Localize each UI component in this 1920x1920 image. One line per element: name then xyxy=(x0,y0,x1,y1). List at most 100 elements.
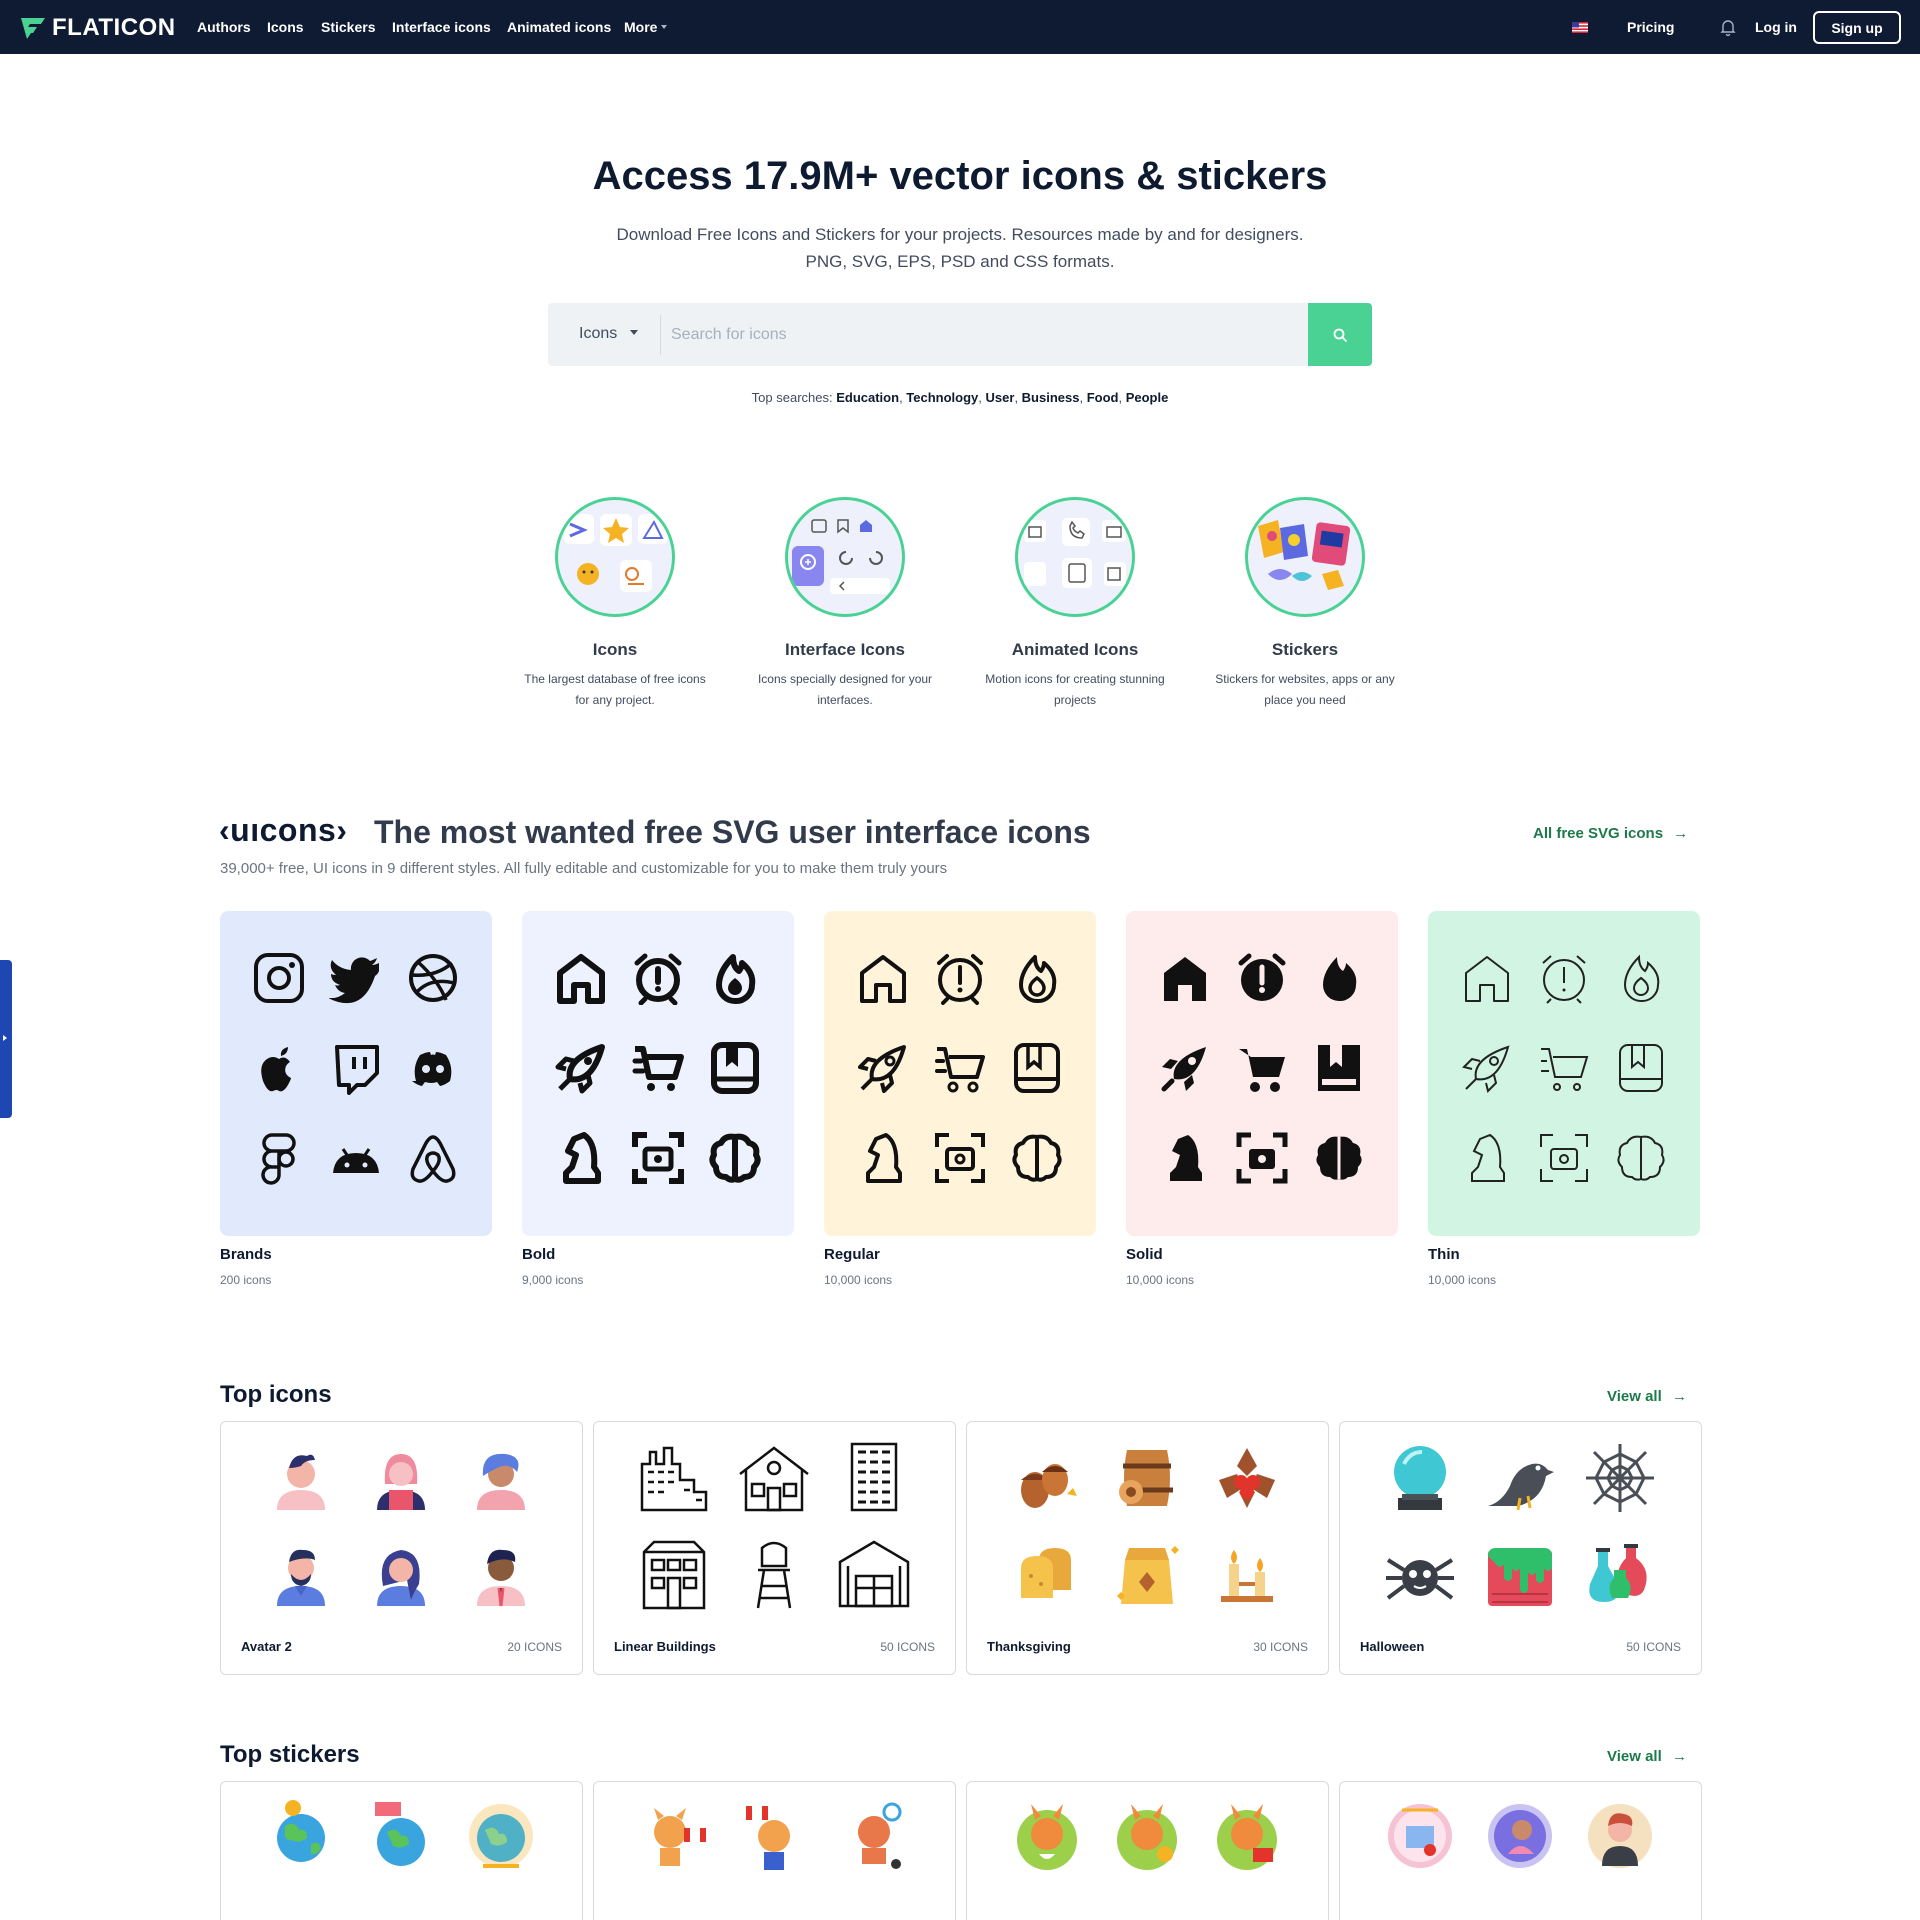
category-title: Interface Icons xyxy=(785,640,905,659)
person-sticker-icon xyxy=(1488,1804,1552,1868)
camera-frame-icon xyxy=(631,1132,684,1184)
brain-icon xyxy=(1617,1135,1665,1181)
category-description-line: projects xyxy=(1053,693,1097,707)
acorn-icon xyxy=(1021,1464,1077,1508)
spider-web-icon xyxy=(1586,1444,1654,1512)
discord-icon xyxy=(412,1052,452,1086)
bell-icon[interactable] xyxy=(1720,19,1736,36)
flaticon-logo[interactable]: FLATICON xyxy=(20,14,176,42)
chess-knight-icon xyxy=(865,1133,902,1183)
search-button[interactable] xyxy=(1308,303,1372,366)
chevron-right-icon xyxy=(3,1035,7,1041)
uicons-logo[interactable]: ‹uıcons› xyxy=(219,812,347,849)
avatar-icon xyxy=(377,1454,425,1510)
earth-sticker-icon xyxy=(375,1802,425,1866)
top-navbar: FLATICON Authors Icons Stickers Interfac… xyxy=(0,0,1920,54)
top-search-user[interactable]: User xyxy=(986,390,1015,405)
pack-count: 20 ICONS xyxy=(507,1640,562,1654)
category-description-line: Stickers for websites, apps or any xyxy=(1215,672,1395,686)
top-stickers-title: Top stickers xyxy=(220,1741,360,1768)
person-sticker-icon xyxy=(1388,1804,1452,1868)
nav-more[interactable]: More xyxy=(624,19,657,35)
category-interface-icons[interactable]: Interface Icons Icons specially designed… xyxy=(745,497,945,711)
signup-button[interactable]: Sign up xyxy=(1813,11,1901,44)
category-icons-illustration xyxy=(555,497,675,617)
crystal-ball-icon xyxy=(1394,1446,1446,1510)
view-all-label: View all xyxy=(1607,1388,1662,1405)
sticker-pack-canada[interactable] xyxy=(593,1781,956,1920)
pack-avatar-2[interactable]: Avatar 2 20 ICONS xyxy=(220,1421,583,1675)
fox-sticker-icon xyxy=(746,1806,790,1870)
home-icon xyxy=(556,954,605,1004)
style-name[interactable]: Brands xyxy=(220,1246,272,1263)
potion-bottles-icon xyxy=(1589,1544,1647,1602)
pack-name: Avatar 2 xyxy=(241,1639,292,1654)
pack-linear-buildings[interactable]: Linear Buildings 50 ICONS xyxy=(593,1421,956,1675)
water-tower-icon xyxy=(756,1541,792,1609)
pack-name: Thanksgiving xyxy=(987,1639,1071,1654)
search-type-select[interactable]: Icons xyxy=(579,325,617,343)
twitter-icon xyxy=(328,957,379,1004)
sticker-pack-kangaroo[interactable] xyxy=(966,1781,1329,1920)
person-sticker-icon xyxy=(1588,1804,1652,1868)
kangaroo-sticker-icon xyxy=(1017,1804,1077,1870)
nav-pricing[interactable]: Pricing xyxy=(1627,19,1674,35)
search-input[interactable] xyxy=(671,315,1251,355)
top-icons-view-all-link[interactable]: View all → xyxy=(1607,1388,1687,1405)
style-name[interactable]: Thin xyxy=(1428,1246,1460,1263)
style-count: 200 icons xyxy=(220,1273,272,1287)
spider-icon xyxy=(1386,1558,1454,1600)
style-card-bold[interactable] xyxy=(522,911,794,1236)
nav-interface-icons[interactable]: Interface icons xyxy=(392,19,491,35)
holly-leaves-icon xyxy=(1219,1448,1275,1508)
sticker-pack-people[interactable] xyxy=(1339,1781,1702,1920)
style-name[interactable]: Bold xyxy=(522,1246,555,1263)
figma-icon xyxy=(260,1133,296,1185)
pack-count: 50 ICONS xyxy=(880,1640,935,1654)
category-stickers[interactable]: Stickers Stickers for websites, apps or … xyxy=(1205,497,1405,711)
hero-subtitle-line-1: Download Free Icons and Stickers for you… xyxy=(616,225,1304,244)
top-search-education[interactable]: Education xyxy=(836,390,899,405)
top-search-people[interactable]: People xyxy=(1126,390,1169,405)
style-card-regular[interactable] xyxy=(824,911,1096,1236)
flaticon-logo-icon xyxy=(21,18,45,39)
style-card-brands[interactable] xyxy=(220,911,492,1236)
nav-icons[interactable]: Icons xyxy=(267,19,304,35)
style-name[interactable]: Regular xyxy=(824,1246,880,1263)
chess-knight-icon xyxy=(562,1132,601,1184)
category-animated-icons[interactable]: Animated Icons Motion icons for creating… xyxy=(975,497,1175,711)
top-search-business[interactable]: Business xyxy=(1022,390,1080,405)
feedback-side-tab[interactable] xyxy=(0,960,12,1118)
pack-thanksgiving[interactable]: Thanksgiving 30 ICONS xyxy=(966,1421,1329,1675)
pack-halloween[interactable]: Halloween 50 ICONS xyxy=(1339,1421,1702,1675)
home-icon xyxy=(859,955,906,1003)
style-name[interactable]: Solid xyxy=(1126,1246,1163,1263)
top-search-food[interactable]: Food xyxy=(1087,390,1119,405)
chevron-down-icon[interactable] xyxy=(630,330,638,335)
shopping-cart-icon xyxy=(1238,1049,1285,1092)
rocket-icon xyxy=(857,1045,906,1093)
rocket-icon xyxy=(1461,1045,1510,1093)
login-link[interactable]: Log in xyxy=(1755,19,1797,35)
category-icons[interactable]: Icons The largest database of free icons… xyxy=(515,497,715,711)
style-card-thin[interactable] xyxy=(1428,911,1700,1236)
barrel-icon xyxy=(1119,1450,1173,1506)
style-count: 10,000 icons xyxy=(824,1273,893,1287)
uicons-section-title: The most wanted free SVG user interface … xyxy=(374,814,1091,850)
sticker-pack-earth[interactable] xyxy=(220,1781,583,1920)
fire-icon xyxy=(1323,957,1357,1002)
book-icon xyxy=(1318,1045,1361,1091)
top-search-technology[interactable]: Technology xyxy=(906,390,978,405)
top-stickers-view-all-link[interactable]: View all → xyxy=(1607,1748,1687,1765)
category-title: Animated Icons xyxy=(1011,640,1139,659)
brand-name: FLATICON xyxy=(52,14,176,41)
us-flag-icon[interactable] xyxy=(1572,22,1588,33)
all-free-svg-icons-label: All free SVG icons xyxy=(1533,825,1664,842)
nav-animated-icons[interactable]: Animated icons xyxy=(507,19,611,35)
camera-frame-icon xyxy=(1539,1134,1588,1182)
all-free-svg-icons-link[interactable]: All free SVG icons → xyxy=(1533,825,1688,842)
camera-frame-icon xyxy=(934,1133,985,1183)
nav-stickers[interactable]: Stickers xyxy=(321,19,375,35)
style-card-solid[interactable] xyxy=(1126,911,1398,1236)
nav-authors[interactable]: Authors xyxy=(197,19,251,35)
